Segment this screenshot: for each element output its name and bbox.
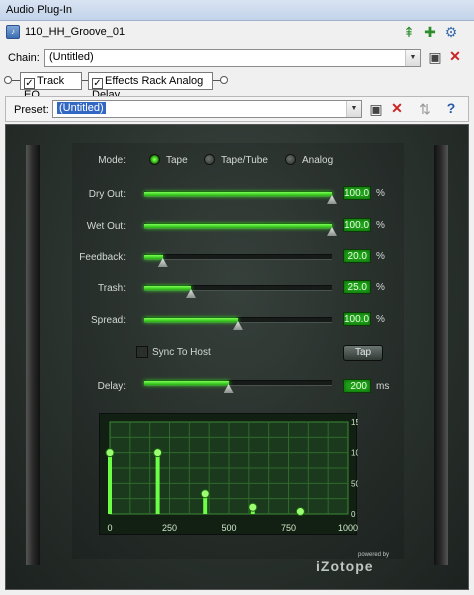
slider-fill xyxy=(144,255,163,259)
delay-tap-handle xyxy=(248,502,258,512)
preset-select[interactable]: (Untitled) ▼ xyxy=(52,100,362,118)
chain-select[interactable]: (Untitled) ▼ xyxy=(44,49,421,67)
effect-track-eq[interactable]: ✓ Track EQ xyxy=(20,72,82,101)
chain-label: Chain: xyxy=(8,52,40,64)
checkbox-icon[interactable]: ✓ xyxy=(92,78,103,89)
slider-fill xyxy=(144,224,332,228)
bypass-icon[interactable]: ⇅ xyxy=(416,101,434,118)
delay-tap-handle xyxy=(153,448,163,458)
slider-fill xyxy=(144,286,191,290)
rack-rail-right xyxy=(434,145,448,565)
trash-slider[interactable] xyxy=(144,285,332,298)
mode-option-label: Tape/Tube xyxy=(221,155,268,166)
delay-tap-graph-svg: 0 250 500 750 1000 150 100 50 0 % xyxy=(105,418,358,533)
delay-value[interactable]: 200 xyxy=(343,379,371,393)
izotope-logo: powered by iZotope xyxy=(316,552,389,574)
track-icon: ♪ xyxy=(6,25,20,39)
y-tick-label: 100 xyxy=(351,449,358,458)
window-title-bar: Audio Plug-In xyxy=(0,0,474,21)
slider-label: Dry Out: xyxy=(88,189,126,200)
x-tick-label: 1000 xyxy=(338,523,358,533)
save-chain-icon[interactable]: ▣ xyxy=(426,49,444,66)
y-tick-label: 150 xyxy=(351,418,358,427)
preset-row: Preset: (Untitled) ▼ ▣ ✕ ⇅ ? xyxy=(5,96,469,122)
save-preset-icon[interactable]: ▣ xyxy=(367,101,385,118)
mode-option-label: Analog xyxy=(302,155,334,166)
y-tick-label: 50 xyxy=(351,479,358,488)
delete-chain-icon[interactable]: ✕ xyxy=(446,48,464,65)
wet-out-slider[interactable] xyxy=(144,223,337,236)
slider-label: Trash: xyxy=(98,283,126,294)
preset-label: Preset: xyxy=(14,104,49,116)
delay-tap-handle xyxy=(295,507,305,517)
delay-plugin-panel: Mode: Tape Tape/Tube Analog Dry Out: 100… xyxy=(5,124,469,590)
mode-radio-tape[interactable] xyxy=(149,154,160,165)
chain-end-node xyxy=(220,76,228,84)
chain-start-node xyxy=(4,76,12,84)
delete-preset-icon[interactable]: ✕ xyxy=(388,100,406,117)
sync-to-host-label: Sync To Host xyxy=(152,347,211,358)
track-name: 110_HH_Groove_01 xyxy=(25,26,126,38)
slider-fill xyxy=(144,381,229,385)
feedback-slider[interactable] xyxy=(144,254,332,267)
slider-label: Feedback: xyxy=(79,252,126,263)
chain-value: (Untitled) xyxy=(49,51,94,63)
mode-radio-tape-tube[interactable] xyxy=(204,154,215,165)
slider-fill xyxy=(144,192,332,196)
unit-label: % xyxy=(376,220,385,231)
effect-analog-delay[interactable]: ✓ Effects Rack Analog Delay xyxy=(88,72,213,101)
mode-option-label: Tape xyxy=(166,155,188,166)
preset-value: (Untitled) xyxy=(57,102,106,114)
chevron-down-icon: ▼ xyxy=(405,50,420,66)
unit-label: % xyxy=(376,188,385,199)
settings-icon[interactable]: ⚙ xyxy=(442,24,460,41)
unit-label: ms xyxy=(376,381,390,392)
effects-chain-row: ✓ Track EQ ✓ Effects Rack Analog Delay xyxy=(0,70,474,101)
trash-value[interactable]: 25.0 xyxy=(343,280,371,294)
dry-out-slider[interactable] xyxy=(144,191,337,204)
add-effect-icon[interactable]: ✚ xyxy=(421,24,439,41)
delay-slider[interactable] xyxy=(144,380,332,393)
window-title: Audio Plug-In xyxy=(6,4,73,16)
dry-out-value[interactable]: 100.0 xyxy=(343,186,371,200)
delay-tap-handle xyxy=(200,489,210,499)
x-tick-label: 0 xyxy=(107,523,112,533)
feedback-value[interactable]: 20.0 xyxy=(343,249,371,263)
checkbox-icon[interactable]: ✓ xyxy=(24,78,35,89)
wet-out-value[interactable]: 100.0 xyxy=(343,218,371,232)
slider-label: Wet Out: xyxy=(86,221,126,232)
chain-row: Chain: (Untitled) ▼ ▣ ✕ xyxy=(0,44,474,70)
sync-to-host-checkbox[interactable] xyxy=(136,346,148,358)
mode-label: Mode: xyxy=(98,155,126,166)
spread-value[interactable]: 100.0 xyxy=(343,312,371,326)
unit-label: % xyxy=(376,282,385,293)
chevron-down-icon: ▼ xyxy=(346,101,361,117)
slider-fill xyxy=(144,318,238,322)
track-row: ♪ 110_HH_Groove_01 ⇞ ✚ ⚙ xyxy=(0,21,474,44)
help-icon[interactable]: ? xyxy=(442,100,460,117)
x-tick-label: 750 xyxy=(281,523,296,533)
tap-button[interactable]: Tap xyxy=(343,345,383,361)
mode-radio-analog[interactable] xyxy=(285,154,296,165)
x-tick-label: 250 xyxy=(162,523,177,533)
delay-tap-handle xyxy=(105,448,115,458)
move-up-icon[interactable]: ⇞ xyxy=(400,24,418,41)
unit-label: % xyxy=(376,251,385,262)
unit-label: % xyxy=(376,314,385,325)
delay-tap-graph[interactable]: 0 250 500 750 1000 150 100 50 0 % xyxy=(99,413,358,535)
x-tick-label: 500 xyxy=(221,523,236,533)
brand-name: iZotope xyxy=(316,558,374,574)
y-tick-label: 0 % xyxy=(351,510,358,519)
slider-label: Spread: xyxy=(90,315,126,326)
slider-label: Delay: xyxy=(97,381,126,392)
rack-rail-left xyxy=(26,145,40,565)
spread-slider[interactable] xyxy=(144,317,332,330)
